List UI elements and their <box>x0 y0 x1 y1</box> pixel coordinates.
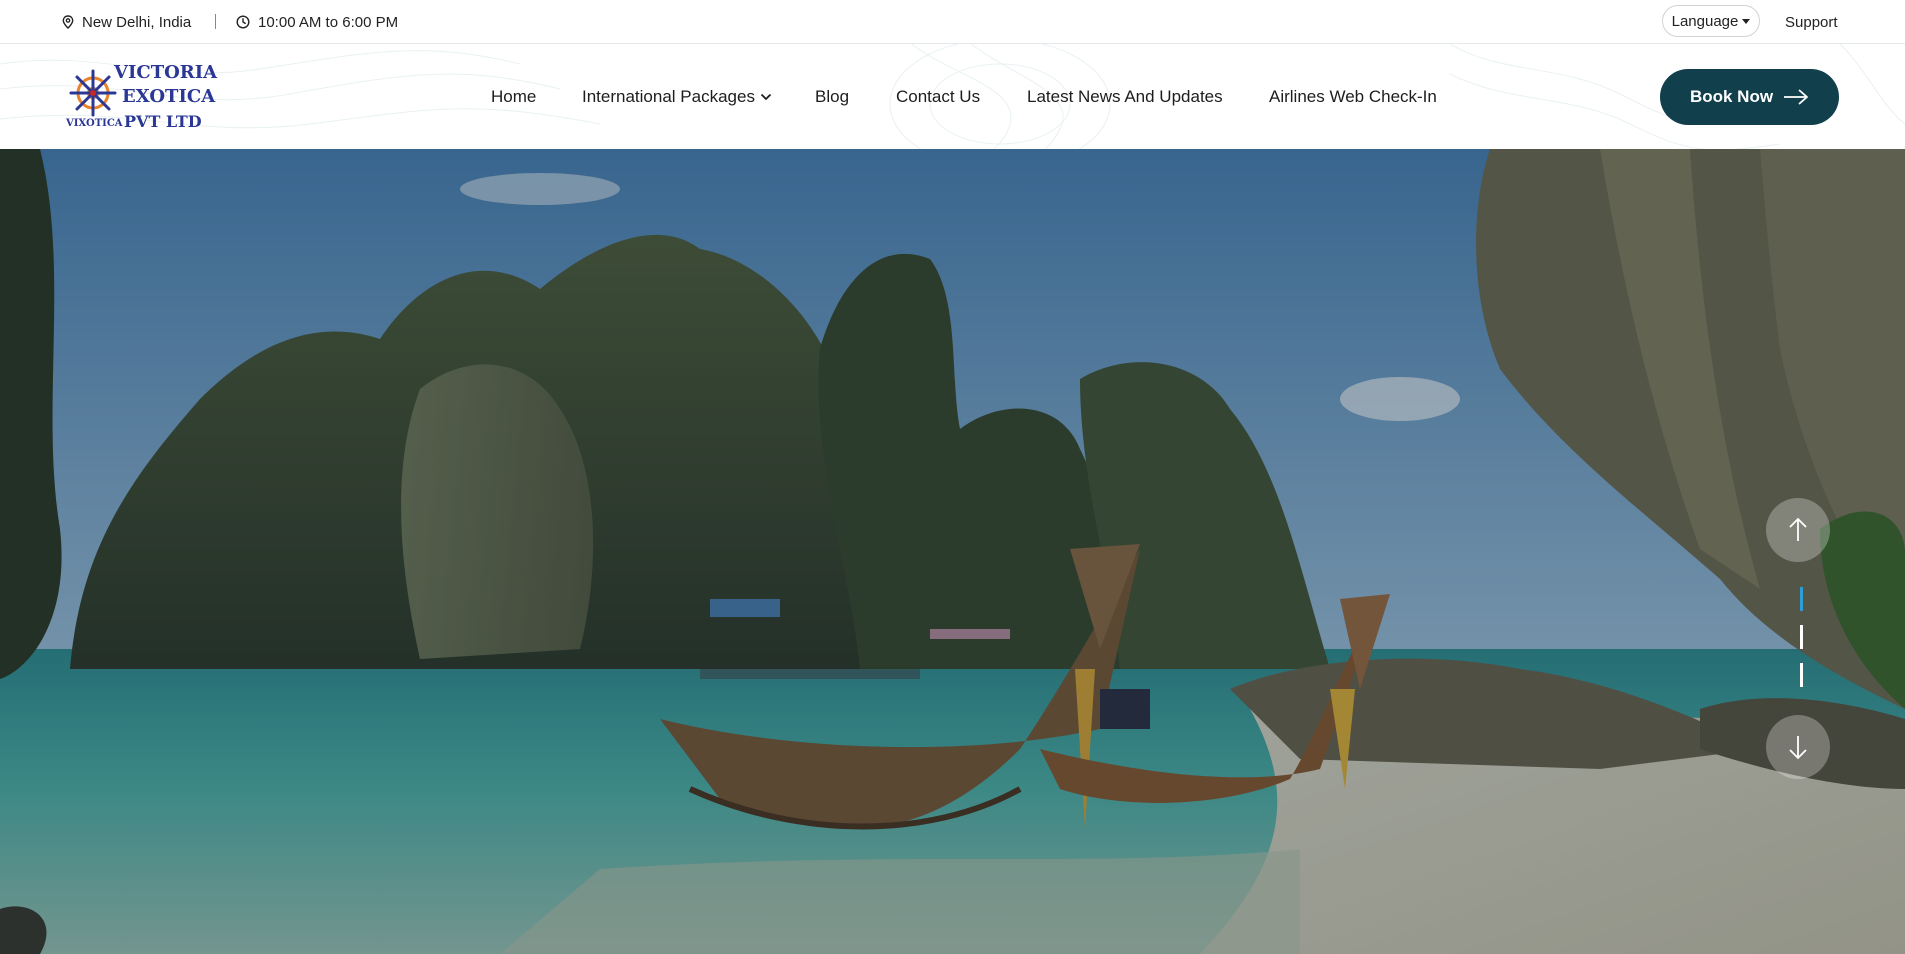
caret-down-icon <box>1742 18 1751 24</box>
location-info: New Delhi, India <box>62 0 191 44</box>
brand-logo[interactable]: VICTORIA EXOTICA VIXOTICA PVT LTD <box>66 58 218 136</box>
brand-tag: VIXOTICA <box>66 118 123 129</box>
nav-item-latest-news[interactable]: Latest News And Updates <box>1027 44 1223 149</box>
hero-dark-overlay <box>0 149 1905 954</box>
clock-icon <box>236 15 250 29</box>
book-now-button[interactable]: Book Now <box>1660 69 1839 125</box>
chevron-down-icon <box>760 93 772 100</box>
brand-name-line3: PVT LTD <box>124 112 202 131</box>
book-now-label: Book Now <box>1689 87 1774 106</box>
divider <box>215 14 216 29</box>
slide-prev-button[interactable] <box>1766 498 1830 562</box>
brand-name-line1: VICTORIA <box>114 62 218 83</box>
ship-wheel-icon <box>69 69 117 117</box>
support-link[interactable]: Support <box>1785 0 1838 44</box>
nav-item-label: International Packages <box>582 86 755 106</box>
nav-item-home[interactable]: Home <box>491 44 536 149</box>
top-info-bar: New Delhi, India 10:00 AM to 6:00 PM Lan… <box>0 0 1905 44</box>
main-navbar: VICTORIA EXOTICA VIXOTICA PVT LTD Home I… <box>0 44 1905 149</box>
arrow-up-icon <box>1789 517 1807 541</box>
arrow-down-icon <box>1789 736 1807 760</box>
hours-info: 10:00 AM to 6:00 PM <box>236 0 398 44</box>
nav-item-web-check-in[interactable]: Airlines Web Check-In <box>1269 44 1437 149</box>
language-dropdown[interactable]: Language <box>1662 5 1760 37</box>
slide-indicator-3[interactable] <box>1800 663 1803 687</box>
nav-item-international-packages[interactable]: International Packages <box>582 44 772 149</box>
slide-indicator-2[interactable] <box>1800 625 1803 649</box>
brand-name-line2: EXOTICA <box>122 86 216 107</box>
nav-item-blog[interactable]: Blog <box>815 44 849 149</box>
arrow-right-icon <box>1784 89 1808 105</box>
slide-indicator-1[interactable] <box>1800 587 1803 611</box>
location-text: New Delhi, India <box>82 13 192 31</box>
slide-next-button[interactable] <box>1766 715 1830 779</box>
nav-item-contact-us[interactable]: Contact Us <box>896 44 980 149</box>
hours-text: 10:00 AM to 6:00 PM <box>258 13 399 31</box>
hero-slider <box>0 149 1905 954</box>
map-pin-icon <box>62 15 74 29</box>
language-label: Language <box>1671 12 1739 30</box>
